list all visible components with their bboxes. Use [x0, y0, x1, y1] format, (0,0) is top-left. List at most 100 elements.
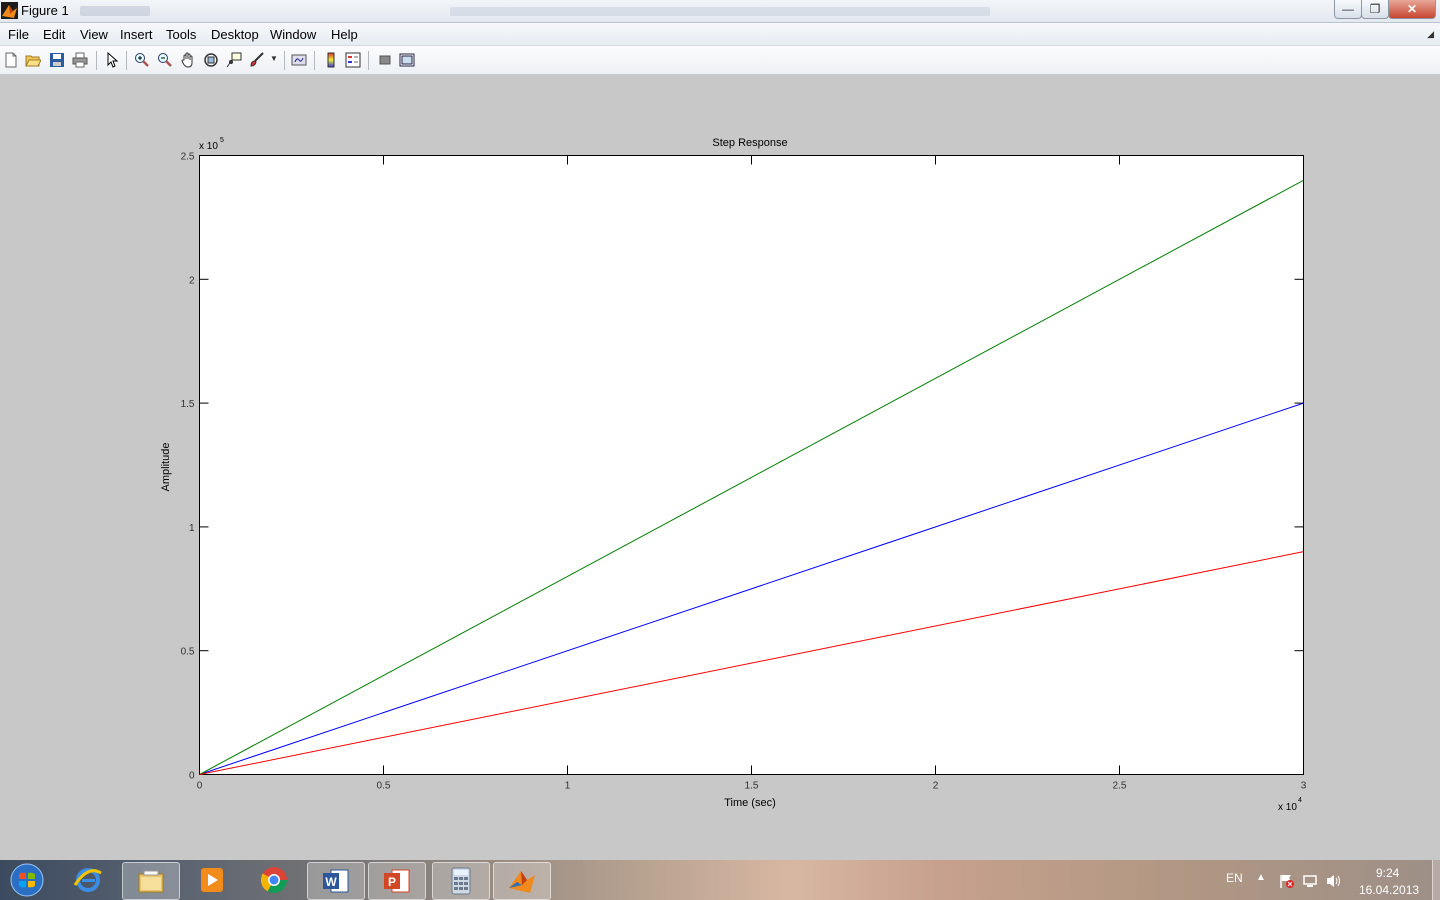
y-exponent-power: 5: [220, 137, 224, 144]
figure-canvas: Step Response Time (sec) Amplitude x 10 …: [0, 75, 1440, 860]
save-button[interactable]: [48, 51, 66, 69]
x-tick-label: 3: [1301, 781, 1307, 792]
x-tick-label: 0.5: [377, 781, 391, 792]
save-icon: [50, 53, 64, 67]
hide-plot-tools-button[interactable]: [376, 51, 394, 69]
brush-icon: [250, 52, 264, 67]
y-tick-label: 0: [189, 771, 195, 782]
chart-title: Step Response: [712, 137, 787, 149]
data-cursor-button[interactable]: [225, 51, 243, 69]
zoom-in-button[interactable]: [133, 51, 151, 69]
toolbar-separator: [314, 51, 315, 70]
clock-date[interactable]: 16.04.2013: [1359, 883, 1419, 897]
start-button[interactable]: [2, 862, 52, 898]
minimize-button[interactable]: —: [1334, 0, 1362, 19]
windows-start-icon: [10, 863, 44, 897]
clock-time[interactable]: 9:24: [1376, 866, 1399, 880]
tray-expand-icon[interactable]: ▲: [1256, 872, 1266, 883]
maximize-button[interactable]: ❐: [1361, 0, 1389, 19]
figure-toolbar: ▼: [0, 46, 1440, 75]
word-icon: W: [323, 869, 349, 893]
show-plot-tools-button[interactable]: [398, 51, 416, 69]
minimize-icon: —: [1342, 2, 1354, 16]
matlab-icon: [1, 2, 18, 19]
data-cursor-icon: [226, 52, 242, 68]
x-axis-label: Time (sec): [724, 797, 776, 809]
window-titlebar: Figure 1 — ❐ ✕: [0, 0, 1440, 23]
colorbar-button[interactable]: [322, 51, 340, 69]
network-icon[interactable]: [1302, 873, 1318, 889]
taskbar-matlab[interactable]: [493, 862, 551, 900]
folder-icon: [138, 870, 164, 893]
taskbar-internet-explorer[interactable]: [60, 862, 116, 898]
taskbar-file-explorer[interactable]: [122, 862, 180, 900]
x-exponent-label: x 10: [1278, 802, 1297, 813]
menu-edit[interactable]: Edit: [43, 27, 65, 42]
svg-text:P: P: [388, 875, 396, 889]
rotate-3d-icon: [204, 53, 218, 67]
taskbar-media-player[interactable]: [184, 862, 240, 898]
zoom-out-button[interactable]: [156, 51, 174, 69]
restore-icon: ❐: [1369, 2, 1381, 16]
open-file-button[interactable]: [24, 51, 42, 69]
new-figure-button[interactable]: [2, 51, 20, 69]
menu-help[interactable]: Help: [331, 27, 358, 42]
toolbar-separator: [96, 51, 97, 70]
brush-button[interactable]: [248, 51, 266, 69]
menu-desktop[interactable]: Desktop: [211, 27, 259, 42]
link-plot-button[interactable]: [290, 51, 308, 69]
chrome-icon: [260, 867, 288, 894]
x-tick-label: 2: [933, 781, 939, 792]
calculator-icon: [451, 867, 471, 895]
matlab-icon: [509, 871, 535, 893]
folder-icon: [25, 55, 41, 67]
y-exponent-label: x 10: [199, 141, 218, 152]
x-tick-label: 0: [197, 781, 203, 792]
hand-icon: [181, 52, 193, 68]
menu-window[interactable]: Window: [270, 27, 316, 42]
toolbar-separator: [368, 51, 369, 70]
y-tick-label: 2: [189, 275, 195, 286]
taskbar-word[interactable]: W: [307, 862, 365, 900]
taskbar-chrome[interactable]: [246, 862, 302, 898]
action-center-flag-icon[interactable]: [1279, 873, 1295, 889]
powerpoint-icon: P: [384, 869, 410, 893]
zoom-in-icon: [135, 53, 149, 67]
axes-box: [199, 155, 1304, 775]
step-response-chart: Step Response Time (sec) Amplitude x 10 …: [160, 137, 1307, 813]
show-desktop-button[interactable]: [1432, 860, 1440, 900]
y-tick-label: 2.5: [181, 152, 195, 163]
zoom-out-icon: [158, 53, 172, 67]
title-shadow: [80, 6, 150, 16]
taskbar-calculator[interactable]: [432, 862, 490, 900]
link-plot-icon: [291, 54, 307, 66]
edit-plot-button[interactable]: [103, 51, 121, 69]
x-tick-label: 2.5: [1113, 781, 1127, 792]
menu-insert[interactable]: Insert: [120, 27, 153, 42]
printer-icon: [72, 52, 88, 68]
menu-tools[interactable]: Tools: [166, 27, 196, 42]
close-button[interactable]: ✕: [1388, 0, 1436, 19]
x-exponent-power: 4: [1298, 797, 1302, 804]
new-file-icon: [5, 52, 17, 68]
windows-taskbar: W P EN ▲ 9:24 16.04.2013: [0, 860, 1440, 900]
window-title: Figure 1: [21, 3, 69, 18]
close-icon: ✕: [1406, 2, 1418, 16]
pan-button[interactable]: [179, 51, 197, 69]
language-indicator[interactable]: EN: [1226, 871, 1243, 885]
arrow-cursor-icon: [107, 52, 119, 68]
x-tick-label: 1.5: [745, 781, 759, 792]
menu-file[interactable]: File: [8, 27, 29, 42]
taskbar-powerpoint[interactable]: P: [368, 862, 426, 900]
brush-dropdown-icon[interactable]: ▼: [270, 54, 278, 63]
menu-view[interactable]: View: [80, 27, 108, 42]
y-tick-label: 1.5: [181, 399, 195, 410]
dock-arrow-icon[interactable]: ◢: [1427, 29, 1434, 40]
rotate-3d-button[interactable]: [202, 51, 220, 69]
print-button[interactable]: [71, 51, 89, 69]
volume-icon[interactable]: [1325, 873, 1343, 889]
legend-button[interactable]: [344, 51, 362, 69]
x-tick-label: 1: [565, 781, 571, 792]
y-tick-label: 0.5: [181, 647, 195, 658]
svg-text:W: W: [325, 875, 337, 889]
